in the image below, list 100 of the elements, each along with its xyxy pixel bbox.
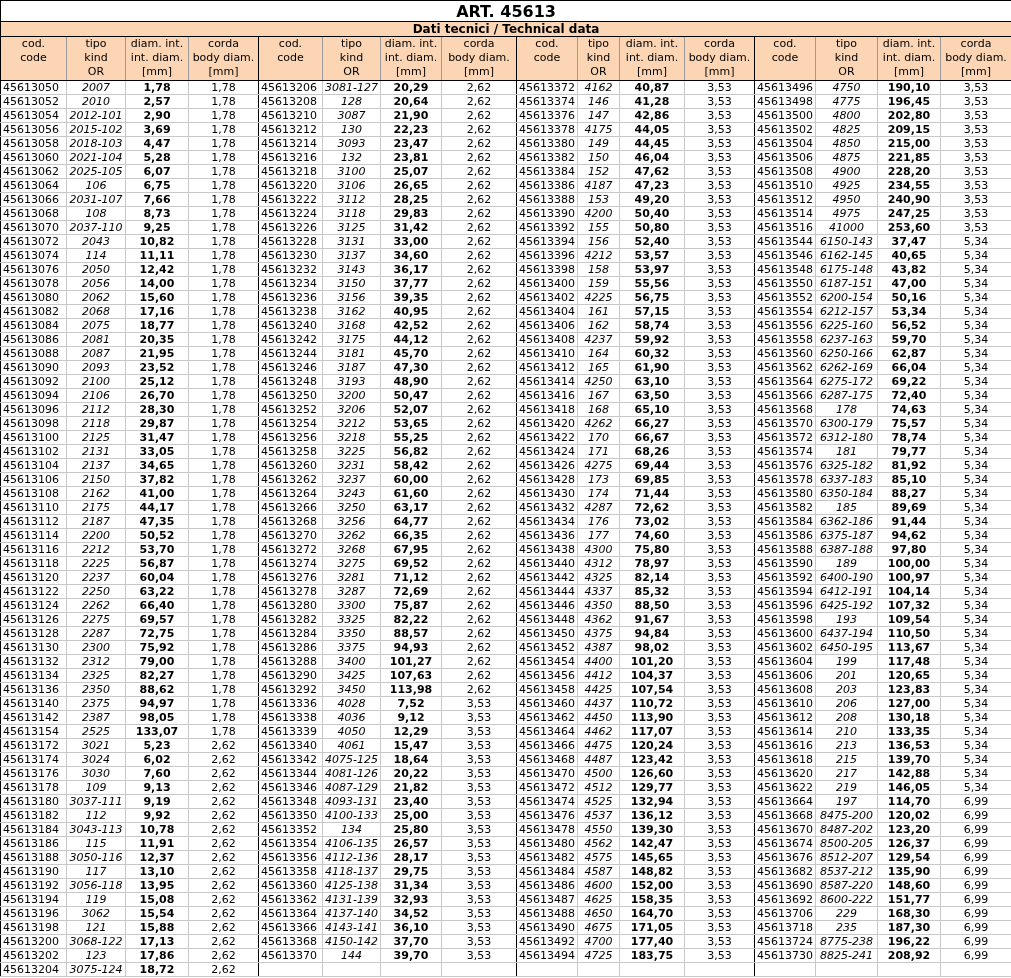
table-cell: 3050-116 xyxy=(66,850,126,865)
table-cell: 4587 xyxy=(577,864,620,879)
table-cell: 45613676 xyxy=(754,850,816,865)
table-cell: 45613140 xyxy=(0,696,67,711)
table-cell: 75,92 xyxy=(125,640,189,655)
table-cell: 45613588 xyxy=(754,542,816,557)
table-cell: 3,53 xyxy=(684,710,755,725)
table-cell: 26,57 xyxy=(380,836,442,851)
table-cell: 42,52 xyxy=(380,318,442,333)
table-cell: 3,53 xyxy=(940,94,1011,109)
table-cell: 45613358 xyxy=(258,864,323,879)
table-cell: 45613282 xyxy=(258,612,323,627)
table-cell: 45613578 xyxy=(754,472,816,487)
table-cell: 5,34 xyxy=(940,514,1011,529)
table-cell: 2175 xyxy=(66,500,126,515)
table-cell: 58,74 xyxy=(619,318,685,333)
table-cell: 6,99 xyxy=(940,934,1011,949)
table-cell: 45613618 xyxy=(754,752,816,767)
table-cell: 2,62 xyxy=(441,290,517,305)
table-cell: 114,70 xyxy=(877,794,941,809)
table-cell: 45613206 xyxy=(258,80,323,95)
table-cell: 45613458 xyxy=(516,682,578,697)
table-cell: 45613718 xyxy=(754,920,816,935)
table-cell: 45613084 xyxy=(0,318,67,333)
table-cell: 108 xyxy=(66,206,126,221)
table-cell: 2112 xyxy=(66,402,126,417)
table-cell: 45613188 xyxy=(0,850,67,865)
table-cell: 66,04 xyxy=(877,360,941,375)
table-cell: 45613492 xyxy=(516,934,578,949)
table-cell: 2,62 xyxy=(441,682,517,697)
table-cell: 5,34 xyxy=(940,612,1011,627)
table-cell: 56,82 xyxy=(380,444,442,459)
table-cell: 60,32 xyxy=(619,346,685,361)
table-cell: 31,42 xyxy=(380,220,442,235)
table-cell: 3,53 xyxy=(684,248,755,263)
table-cell: 45613246 xyxy=(258,360,323,375)
table-cell: 45613730 xyxy=(754,948,816,963)
table-cell: 133,35 xyxy=(877,724,941,739)
table-cell: 45613072 xyxy=(0,234,67,249)
table-cell: 45613500 xyxy=(754,108,816,123)
table-cell: 6237-163 xyxy=(815,332,878,347)
table-cell: 2,62 xyxy=(188,808,259,823)
table-cell: 4225 xyxy=(577,290,620,305)
table-cell: 3037-111 xyxy=(66,794,126,809)
table-cell: 26,70 xyxy=(125,388,189,403)
table-cell: 1,78 xyxy=(188,108,259,123)
table-cell: 45613664 xyxy=(754,794,816,809)
table-cell: 100,00 xyxy=(877,556,941,571)
table-cell: 45613370 xyxy=(258,948,323,963)
table-cell: 45613178 xyxy=(0,780,67,795)
table-cell: 2,62 xyxy=(441,640,517,655)
table-cell: 4118-137 xyxy=(322,864,381,879)
table-cell: 3,53 xyxy=(684,402,755,417)
table-cell: 4537 xyxy=(577,808,620,823)
table-cell: 181 xyxy=(815,444,878,459)
column-header: diam. int. int. diam. [mm] xyxy=(877,36,941,81)
table-cell: 47,35 xyxy=(125,514,189,529)
table-cell: 4262 xyxy=(577,416,620,431)
table-cell: 1,78 xyxy=(188,136,259,151)
table-cell: 45613376 xyxy=(516,108,578,123)
table-cell: 3,53 xyxy=(684,276,755,291)
table-cell: 3156 xyxy=(322,290,381,305)
table-cell: 2,62 xyxy=(188,962,259,977)
table-cell: 45613250 xyxy=(258,388,323,403)
table-cell: 2325 xyxy=(66,668,126,683)
table-cell: 1,78 xyxy=(188,360,259,375)
table-cell: 3300 xyxy=(322,598,381,613)
table-cell: 136,53 xyxy=(877,738,941,753)
table-cell: 28,25 xyxy=(380,192,442,207)
table-cell: 3,53 xyxy=(684,836,755,851)
table-cell: 7,66 xyxy=(125,192,189,207)
table-cell: 45613356 xyxy=(258,850,323,865)
table-cell: 45613446 xyxy=(516,598,578,613)
table-cell: 20,64 xyxy=(380,94,442,109)
table-cell: 1,78 xyxy=(188,598,259,613)
table-cell: 53,34 xyxy=(877,304,941,319)
table-cell: 4112-136 xyxy=(322,850,381,865)
table-cell: 45613192 xyxy=(0,878,67,893)
table-cell: 45613100 xyxy=(0,430,67,445)
table-cell: 79,77 xyxy=(877,444,941,459)
table-cell: 45613222 xyxy=(258,192,323,207)
table-cell: 6212-157 xyxy=(815,304,878,319)
table-cell: 112 xyxy=(66,808,126,823)
table-cell: 2,62 xyxy=(441,220,517,235)
table-cell: 4250 xyxy=(577,374,620,389)
table-cell: 22,23 xyxy=(380,122,442,137)
table-cell: 3,53 xyxy=(684,682,755,697)
table-cell: 161 xyxy=(577,304,620,319)
table-cell: 5,34 xyxy=(940,262,1011,277)
table-cell: 45613498 xyxy=(754,94,816,109)
table-cell: 133,07 xyxy=(125,724,189,739)
table-cell: 4,47 xyxy=(125,136,189,151)
table-cell: 109 xyxy=(66,780,126,795)
table-cell: 45613050 xyxy=(0,80,67,95)
table-cell: 23,40 xyxy=(380,794,442,809)
table-cell: 6,99 xyxy=(940,808,1011,823)
table-cell: 6337-183 xyxy=(815,472,878,487)
table-cell: 45613406 xyxy=(516,318,578,333)
table-cell: 8537-212 xyxy=(815,864,878,879)
table-cell: 45613264 xyxy=(258,486,323,501)
